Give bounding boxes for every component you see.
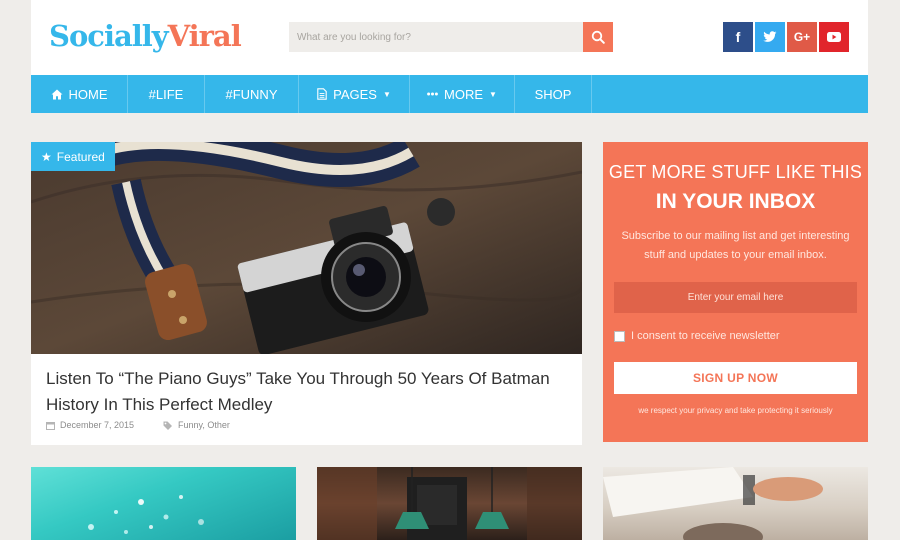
post-thumbnail-1[interactable] — [31, 467, 296, 540]
post-categories-text[interactable]: Funny, Other — [178, 420, 230, 430]
featured-badge-label: Featured — [56, 149, 105, 164]
google-plus-button[interactable]: G+ — [787, 22, 817, 52]
post-date-text: December 7, 2015 — [60, 420, 135, 430]
facebook-icon: f — [735, 29, 741, 45]
newsletter-heading: GET MORE STUFF LIKE THIS — [608, 162, 863, 182]
youtube-icon — [827, 32, 841, 42]
consent-label: I consent to receive newsletter — [631, 330, 780, 342]
nav-item-pages[interactable]: PAGES ▼ — [299, 75, 410, 113]
post-date: December 7, 2015 — [46, 420, 134, 430]
nav-item-home[interactable]: HOME — [31, 75, 128, 113]
reading-photo — [603, 467, 823, 540]
calendar-icon — [46, 421, 55, 430]
newsletter-description: Subscribe to our mailing list and get in… — [621, 230, 850, 261]
post-thumbnail-3[interactable] — [603, 467, 868, 540]
nav-label-shop: SHOP — [534, 86, 572, 102]
featured-post-card: ★ Featured Listen To “The Piano Guys” Ta… — [31, 142, 582, 445]
camera-photo — [31, 142, 582, 354]
privacy-note: we respect your privacy and take protect… — [638, 406, 833, 415]
twitter-button[interactable] — [755, 22, 785, 52]
nav-label-more: MORE — [444, 86, 484, 102]
chevron-down-icon: ▼ — [489, 89, 497, 99]
newsletter-consent[interactable]: I consent to receive newsletter — [614, 330, 780, 342]
nav-item-shop[interactable]: SHOP — [515, 75, 592, 113]
search-bar — [289, 22, 613, 52]
dots-icon — [427, 92, 438, 96]
nav-label-pages: PAGES — [333, 86, 377, 102]
logo-part-2: Viral — [167, 19, 242, 53]
logo-part-1: Socially — [49, 19, 169, 53]
search-button[interactable] — [583, 22, 613, 52]
sign-up-button[interactable]: SIGN UP NOW — [614, 362, 857, 394]
dandelion-photo — [88, 495, 204, 534]
nav-item-life[interactable]: #LIFE — [128, 75, 205, 113]
featured-post-image[interactable]: ★ Featured — [31, 142, 582, 354]
nav-label-home: HOME — [68, 86, 108, 102]
nav-label-life: #LIFE — [148, 86, 184, 102]
document-icon — [317, 88, 327, 100]
featured-post-title[interactable]: Listen To “The Piano Guys” Take You Thro… — [46, 366, 571, 418]
cafe-photo — [317, 467, 582, 540]
search-input[interactable] — [289, 22, 583, 52]
home-icon — [51, 89, 62, 99]
newsletter-subheading: IN YOUR INBOX — [655, 190, 816, 213]
main-nav: HOME #LIFE #FUNNY PAGES ▼ MORE ▼ SHOP — [31, 75, 868, 113]
site-logo[interactable]: SociallyViral — [49, 17, 242, 55]
newsletter-widget: GET MORE STUFF LIKE THIS IN YOUR INBOX S… — [603, 142, 868, 442]
facebook-button[interactable]: f — [723, 22, 753, 52]
nav-item-funny[interactable]: #FUNNY — [205, 75, 299, 113]
tag-icon — [163, 421, 172, 430]
youtube-button[interactable] — [819, 22, 849, 52]
chevron-down-icon: ▼ — [382, 89, 391, 99]
social-links: f G+ — [723, 22, 849, 52]
featured-badge: ★ Featured — [31, 142, 115, 171]
nav-item-more[interactable]: MORE ▼ — [410, 75, 515, 113]
newsletter-email-field[interactable] — [614, 282, 857, 313]
site-header: SociallyViral f G+ — [31, 0, 868, 75]
nav-label-funny: #FUNNY — [225, 86, 278, 102]
search-icon — [591, 30, 605, 44]
twitter-icon — [763, 31, 777, 42]
star-icon: ★ — [41, 149, 52, 164]
consent-checkbox[interactable] — [614, 330, 625, 342]
post-thumbnail-2[interactable] — [317, 467, 582, 540]
google-plus-icon: G+ — [793, 30, 811, 44]
post-categories: Funny, Other — [163, 420, 230, 430]
